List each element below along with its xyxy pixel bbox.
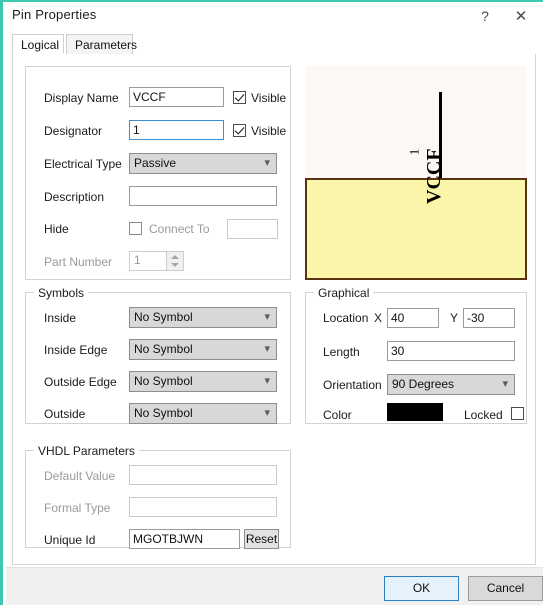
graphical-legend: Graphical <box>314 286 374 300</box>
window-title: Pin Properties <box>12 7 97 22</box>
description-input[interactable] <box>129 186 277 206</box>
display-name-label: Display Name <box>44 91 119 105</box>
display-name-visible-checkbox[interactable] <box>233 91 246 104</box>
chevron-down-icon: ▾ <box>502 378 508 390</box>
symbol-outside-edge-select[interactable]: No Symbol ▾ <box>129 371 277 392</box>
length-label: Length <box>323 345 360 359</box>
vhdl-legend: VHDL Parameters <box>34 444 139 458</box>
dialog-footer: OK Cancel <box>6 567 543 605</box>
tab-page-logical: Display Name VCCF Visible Designator 1 V… <box>12 54 536 565</box>
formal-type-label: Formal Type <box>44 501 111 515</box>
locked-checkbox[interactable] <box>511 407 524 420</box>
location-x-input[interactable]: 40 <box>387 308 439 328</box>
pin-preview-pane: 1 VCCF <box>305 66 527 280</box>
title-bar-buttons: ? ✕ <box>467 2 539 30</box>
tab-strip: Logical Parameters <box>12 34 534 55</box>
ok-button[interactable]: OK <box>384 576 459 601</box>
designator-input[interactable]: 1 <box>129 120 224 140</box>
symbol-outside-label: Outside <box>44 407 86 421</box>
designator-visible-checkbox[interactable] <box>233 124 246 137</box>
help-icon[interactable]: ? <box>467 3 503 29</box>
default-value-input[interactable] <box>129 465 277 485</box>
orientation-select[interactable]: 90 Degrees ▾ <box>387 374 515 395</box>
chevron-down-icon: ▾ <box>264 407 270 419</box>
component-body-graphic <box>305 178 527 280</box>
display-name-input[interactable]: VCCF <box>129 87 224 107</box>
symbol-outside-edge-label: Outside Edge <box>44 375 117 389</box>
symbol-inside-edge-select[interactable]: No Symbol ▾ <box>129 339 277 360</box>
part-number-value: 1 <box>134 253 141 267</box>
unique-id-input[interactable]: MGOTBJWN <box>129 529 240 549</box>
color-swatch[interactable] <box>387 403 443 421</box>
connect-to-label: Connect To <box>149 222 210 236</box>
electrical-type-value: Passive <box>134 156 177 170</box>
spinner-up-icon[interactable] <box>171 255 179 259</box>
pin-properties-dialog: Pin Properties ? ✕ Logical Parameters Di… <box>0 0 543 605</box>
symbols-group: Symbols Inside No Symbol ▾ Inside Edge N… <box>25 286 291 424</box>
location-label: Location <box>323 311 369 325</box>
symbol-inside-value: No Symbol <box>134 310 193 324</box>
close-icon[interactable]: ✕ <box>503 3 539 29</box>
preview-pin-name: VCCF <box>423 148 445 204</box>
logical-properties-group: Display Name VCCF Visible Designator 1 V… <box>25 66 291 280</box>
cancel-button[interactable]: Cancel <box>468 576 543 601</box>
electrical-type-select[interactable]: Passive ▾ <box>129 153 277 174</box>
location-y-label: Y <box>450 311 459 325</box>
symbol-outside-edge-value: No Symbol <box>134 374 193 388</box>
preview-pin-number: 1 <box>406 148 422 156</box>
location-y-input[interactable]: -30 <box>463 308 515 328</box>
location-x-label: X <box>374 311 383 325</box>
symbol-inside-edge-value: No Symbol <box>134 342 193 356</box>
vhdl-parameters-group: VHDL Parameters Default Value Formal Typ… <box>25 444 291 549</box>
hide-checkbox[interactable] <box>129 222 142 235</box>
orientation-value: 90 Degrees <box>392 377 455 391</box>
chevron-down-icon: ▾ <box>264 375 270 387</box>
symbol-inside-select[interactable]: No Symbol ▾ <box>129 307 277 328</box>
symbol-inside-label: Inside <box>44 311 77 325</box>
length-input[interactable]: 30 <box>387 341 515 361</box>
connect-to-input[interactable] <box>227 219 278 239</box>
designator-label: Designator <box>44 124 103 138</box>
default-value-label: Default Value <box>44 469 116 483</box>
tab-parameters[interactable]: Parameters <box>66 34 137 54</box>
part-number-label: Part Number <box>44 255 113 269</box>
orientation-label: Orientation <box>323 378 382 392</box>
spinner-down-icon[interactable] <box>171 263 179 267</box>
unique-id-label: Unique Id <box>44 533 96 547</box>
designator-visible-label: Visible <box>251 124 287 138</box>
symbols-legend: Symbols <box>34 286 89 300</box>
title-bar: Pin Properties ? ✕ <box>3 2 543 30</box>
part-number-spinner-buttons[interactable] <box>166 252 183 270</box>
part-number-stepper[interactable]: 1 <box>129 251 184 271</box>
hide-label: Hide <box>44 222 69 236</box>
tab-logical[interactable]: Logical <box>12 34 64 54</box>
symbol-inside-edge-label: Inside Edge <box>44 343 108 357</box>
chevron-down-icon: ▾ <box>264 343 270 355</box>
graphical-group: Graphical Location X 40 Y -30 Length 30 … <box>305 286 527 424</box>
symbol-outside-value: No Symbol <box>134 406 193 420</box>
chevron-down-icon: ▾ <box>264 311 270 323</box>
formal-type-input[interactable] <box>129 497 277 517</box>
display-name-visible-label: Visible <box>251 91 287 105</box>
reset-button[interactable]: Reset <box>244 529 279 549</box>
symbol-outside-select[interactable]: No Symbol ▾ <box>129 403 277 424</box>
chevron-down-icon: ▾ <box>264 157 270 169</box>
description-label: Description <box>44 190 105 204</box>
locked-label: Locked <box>464 408 503 422</box>
color-label: Color <box>323 408 352 422</box>
electrical-type-label: Electrical Type <box>44 157 122 171</box>
